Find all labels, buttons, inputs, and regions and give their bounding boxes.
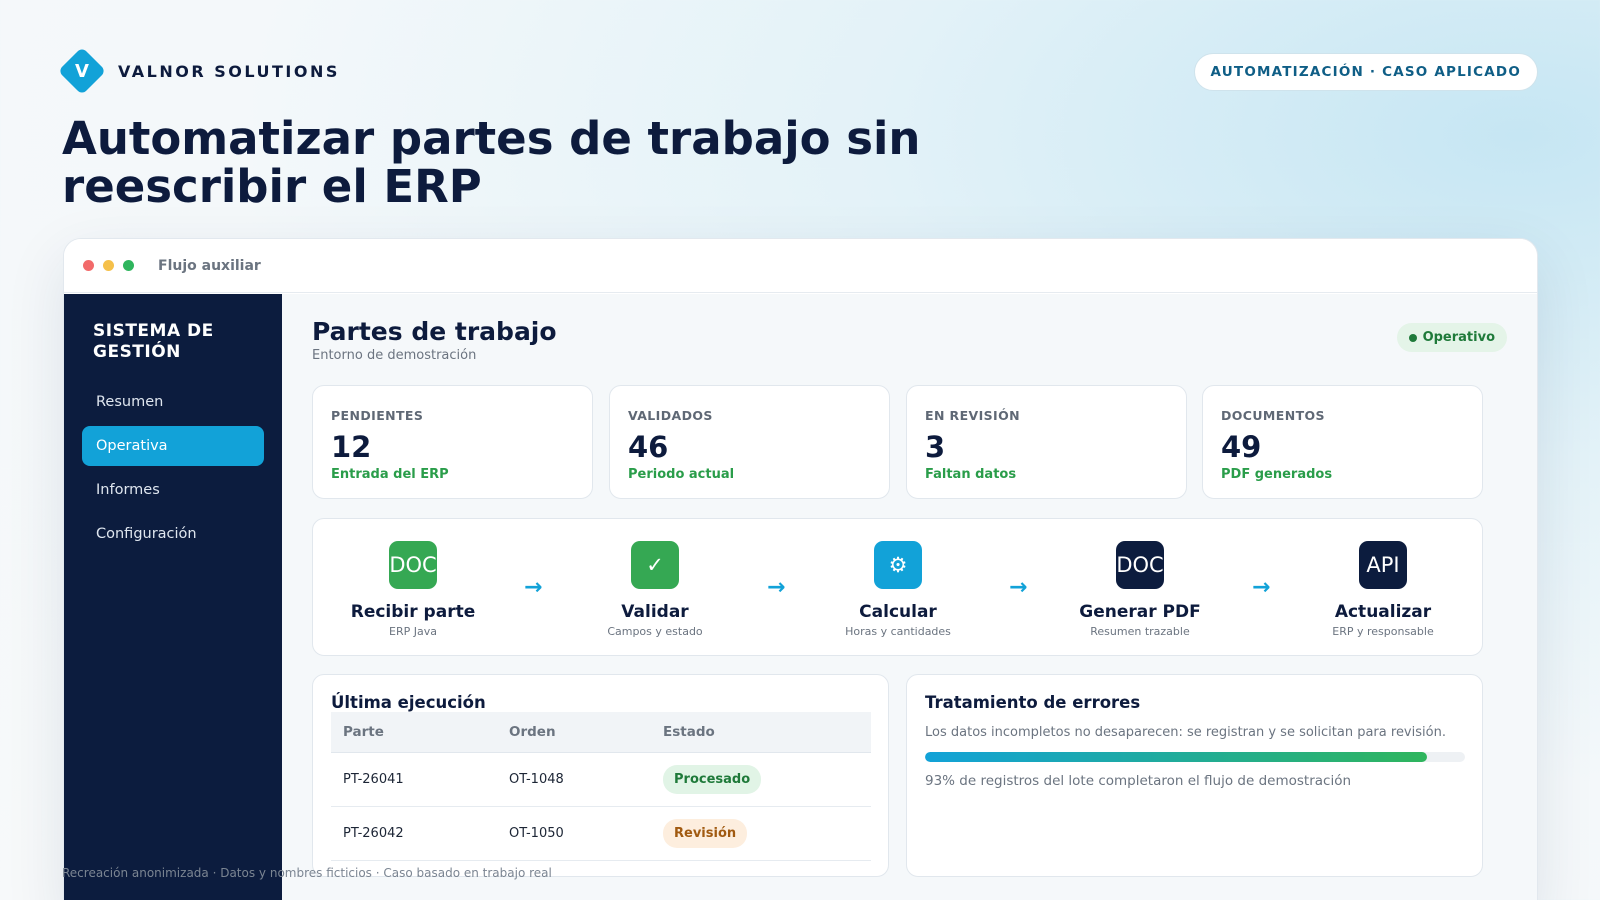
flow-step-name: Calcular bbox=[859, 602, 937, 622]
page-subtitle: Entorno de demostración bbox=[312, 348, 477, 363]
status-badge-procesado: Procesado bbox=[663, 764, 762, 794]
column-header-parte[interactable]: Parte bbox=[331, 712, 497, 753]
category-tag: AUTOMATIZACIÓN · CASO APLICADO bbox=[1193, 53, 1538, 91]
arrow-right-icon: → bbox=[1252, 575, 1271, 600]
flow-step-actualizar: API Actualizar ERP y responsable bbox=[1283, 541, 1483, 638]
check-icon: ✓ bbox=[631, 541, 679, 589]
status-badge: Operativo bbox=[1396, 323, 1507, 352]
kpi-value: 12 bbox=[331, 430, 372, 464]
cell-estado: Revisión bbox=[651, 806, 871, 861]
cell-estado: Procesado bbox=[651, 752, 871, 807]
kpi-label: EN REVISIÓN bbox=[925, 408, 1020, 423]
column-header-orden[interactable]: Orden bbox=[497, 712, 651, 753]
kpi-value: 3 bbox=[925, 430, 946, 464]
kpi-note: Entrada del ERP bbox=[331, 467, 449, 482]
kpi-label: DOCUMENTOS bbox=[1221, 408, 1325, 423]
minimize-dot-icon[interactable] bbox=[103, 260, 114, 271]
maximize-dot-icon[interactable] bbox=[123, 260, 134, 271]
arrow-right-icon: → bbox=[767, 575, 786, 600]
last-run-title: Última ejecución bbox=[331, 693, 486, 712]
flow-step-desc: Resumen trazable bbox=[1090, 625, 1190, 638]
brand-logo: V bbox=[57, 46, 107, 96]
flow-step-calcular: ⚙ Calcular Horas y cantidades bbox=[798, 541, 998, 638]
sidebar-item-informes[interactable]: Informes bbox=[82, 470, 264, 510]
cell-parte: PT-26042 bbox=[331, 806, 497, 861]
error-handling-card: Tratamiento de errores Los datos incompl… bbox=[906, 674, 1483, 877]
column-header-estado[interactable]: Estado bbox=[651, 712, 871, 753]
status-dot-icon bbox=[1408, 333, 1417, 342]
cell-parte: PT-26041 bbox=[331, 752, 497, 807]
kpi-label: VALIDADOS bbox=[628, 408, 713, 423]
sidebar-item-configuracion[interactable]: Configuración bbox=[82, 514, 264, 554]
cell-orden: OT-1048 bbox=[497, 752, 651, 807]
window-titlebar: Flujo auxiliar bbox=[64, 239, 1537, 293]
progress-note: 93% de registros del lote completaron el… bbox=[925, 773, 1352, 789]
arrow-right-icon: → bbox=[524, 575, 543, 600]
flow-step-name: Recibir parte bbox=[350, 602, 476, 622]
cell-orden: OT-1050 bbox=[497, 806, 651, 861]
flow-step-desc: Campos y estado bbox=[607, 625, 703, 638]
flow-step-name: Validar bbox=[621, 602, 689, 622]
flow-card: DOC Recibir parte ERP Java → ✓ Validar C… bbox=[312, 518, 1483, 656]
brand-name: VALNOR SOLUTIONS bbox=[118, 61, 340, 81]
flow-step-validar: ✓ Validar Campos y estado bbox=[555, 541, 755, 638]
kpi-label: PENDIENTES bbox=[331, 408, 424, 423]
flow-step-desc: Horas y cantidades bbox=[845, 625, 951, 638]
status-badge-revision: Revisión bbox=[663, 818, 748, 848]
kpi-note: Faltan datos bbox=[925, 467, 1017, 482]
kpi-note: Periodo actual bbox=[628, 467, 735, 482]
kpi-card-en-revision: EN REVISIÓN 3 Faltan datos bbox=[906, 385, 1187, 499]
flow-step-desc: ERP Java bbox=[389, 625, 437, 638]
flow-step-name: Actualizar bbox=[1334, 602, 1432, 622]
progress-fill bbox=[925, 752, 1428, 762]
flow-step-recibir: DOC Recibir parte ERP Java bbox=[313, 541, 513, 638]
kpi-card-validados: VALIDADOS 46 Periodo actual bbox=[609, 385, 890, 499]
kpi-value: 46 bbox=[628, 430, 669, 464]
footer-disclaimer: Recreación anonimizada · Datos y nombres… bbox=[62, 866, 552, 880]
sidebar-item-operativa[interactable]: Operativa bbox=[82, 426, 264, 466]
sidebar-item-resumen[interactable]: Resumen bbox=[82, 382, 264, 422]
close-dot-icon[interactable] bbox=[83, 260, 94, 271]
last-run-card: Última ejecución Parte Orden Estado PT-2… bbox=[312, 674, 889, 877]
brand-logo-letter: V bbox=[75, 60, 89, 82]
gear-icon: ⚙ bbox=[874, 541, 922, 589]
document-icon: DOC bbox=[389, 541, 437, 589]
kpi-card-pendientes: PENDIENTES 12 Entrada del ERP bbox=[312, 385, 593, 499]
brand: V VALNOR SOLUTIONS bbox=[57, 46, 340, 96]
document-icon: DOC bbox=[1116, 541, 1164, 589]
sidebar: SISTEMA DE GESTIÓN Resumen Operativa Inf… bbox=[64, 294, 282, 900]
kpi-note: PDF generados bbox=[1221, 467, 1333, 482]
kpi-card-documentos: DOCUMENTOS 49 PDF generados bbox=[1202, 385, 1483, 499]
flow-step-desc: ERP y responsable bbox=[1332, 625, 1434, 638]
progress-bar bbox=[925, 752, 1465, 762]
table-header-row: Parte Orden Estado bbox=[331, 712, 871, 753]
kpi-value: 49 bbox=[1221, 430, 1262, 464]
api-icon: API bbox=[1359, 541, 1407, 589]
table-row[interactable]: PT-26042 OT-1050 Revisión bbox=[331, 806, 871, 861]
headline: Automatizar partes de trabajo sin reescr… bbox=[62, 112, 921, 213]
table-row[interactable]: PT-26041 OT-1048 Procesado bbox=[331, 752, 871, 807]
error-handling-title: Tratamiento de errores bbox=[925, 693, 1141, 712]
status-label: Operativo bbox=[1422, 330, 1495, 345]
arrow-right-icon: → bbox=[1009, 575, 1028, 600]
flow-step-generar-pdf: DOC Generar PDF Resumen trazable bbox=[1040, 541, 1240, 638]
window-title: Flujo auxiliar bbox=[158, 257, 261, 274]
main-content: Partes de trabajo Entorno de demostració… bbox=[282, 294, 1537, 900]
error-handling-description: Los datos incompletos no desaparecen: se… bbox=[925, 725, 1446, 740]
page-title: Partes de trabajo bbox=[312, 317, 557, 346]
sidebar-title: SISTEMA DE GESTIÓN bbox=[93, 321, 214, 362]
app-window: Flujo auxiliar SISTEMA DE GESTIÓN Resume… bbox=[63, 238, 1538, 900]
flow-step-name: Generar PDF bbox=[1079, 602, 1201, 622]
runs-table: Parte Orden Estado PT-26041 OT-1048 Proc… bbox=[331, 712, 871, 861]
